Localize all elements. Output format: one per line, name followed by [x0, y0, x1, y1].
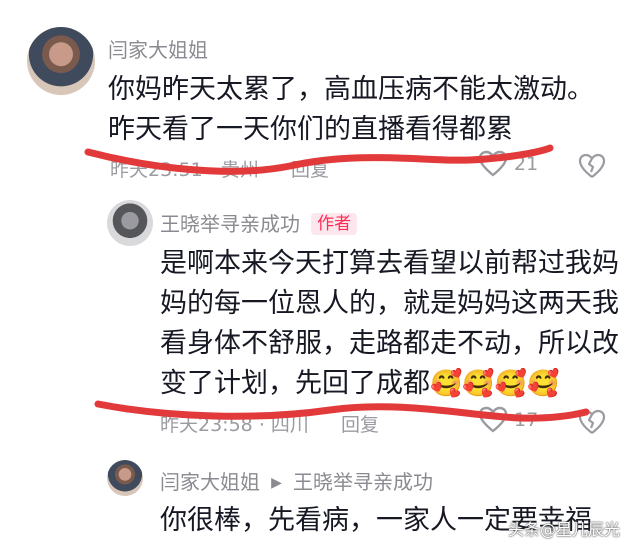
avatar[interactable]	[27, 27, 95, 95]
separator-dot: ·	[208, 159, 221, 181]
like-button[interactable]: 17	[478, 406, 578, 438]
comment-location: 四川	[270, 414, 309, 436]
emoji: 🥰	[462, 369, 495, 399]
comment-username[interactable]: 闫家大姐姐	[160, 470, 260, 494]
comment-header: 王晓举寻亲成功 作者	[160, 208, 358, 237]
comment-text: 你妈昨天太累了，高血压病不能太激动。 昨天看了一天你们的直播看得都累	[108, 70, 628, 150]
emoji: 🥰	[494, 369, 528, 399]
emoji: 🥰	[430, 369, 463, 399]
reply-button[interactable]: 回复	[341, 414, 379, 436]
like-count: 21	[514, 153, 539, 175]
comment-line: 是啊本来今天打算去看望以前帮过我妈	[160, 248, 619, 279]
heart-icon	[478, 406, 508, 433]
comment-meta: 昨天23:51 · 贵州 回复	[110, 155, 329, 182]
dislike-icon[interactable]	[578, 409, 606, 435]
comment-meta: 昨天23:58 · 四川 回复	[160, 410, 379, 437]
comment-line: 看身体不舒服，走路都走不动，所以改	[160, 328, 619, 359]
watermark: 头条@星儿辰光	[508, 520, 621, 539]
like-button[interactable]: 21	[478, 150, 578, 182]
heart-icon	[478, 150, 508, 177]
comment-text: 是啊本来今天打算去看望以前帮过我妈 妈的每一位恩人的，就是妈妈这两天我 看身体不…	[160, 244, 640, 404]
comment-time: 昨天23:58	[160, 414, 253, 436]
comment-line-text: 变了计划，先回了成都	[160, 368, 430, 399]
emoji: 🥰	[527, 369, 560, 399]
author-badge: 作者	[311, 213, 358, 235]
comment-username[interactable]: 闫家大姐姐	[108, 34, 208, 63]
comment-line: 昨天看了一天你们的直播看得都累	[108, 114, 513, 145]
reply-arrow-icon: ▶	[271, 475, 282, 491]
comment-username[interactable]: 王晓举寻亲成功	[160, 212, 300, 236]
separator-dot: ·	[258, 414, 271, 436]
avatar[interactable]	[107, 200, 153, 246]
avatar[interactable]	[107, 460, 143, 496]
dislike-icon[interactable]	[578, 153, 606, 179]
comment-header: 闫家大姐姐 ▶ 王晓举寻亲成功	[160, 466, 433, 495]
like-count: 17	[514, 409, 539, 431]
reply-to-username[interactable]: 王晓举寻亲成功	[293, 470, 433, 494]
reply-button[interactable]: 回复	[291, 159, 329, 181]
comment-line: 变了计划，先回了成都🥰🥰🥰🥰	[160, 364, 640, 404]
comment-line: 你妈昨天太累了，高血压病不能太激动。	[108, 74, 594, 105]
comment-location: 贵州	[220, 159, 259, 181]
comment-time: 昨天23:51	[110, 159, 203, 181]
comment-line: 妈的每一位恩人的，就是妈妈这两天我	[160, 288, 619, 319]
